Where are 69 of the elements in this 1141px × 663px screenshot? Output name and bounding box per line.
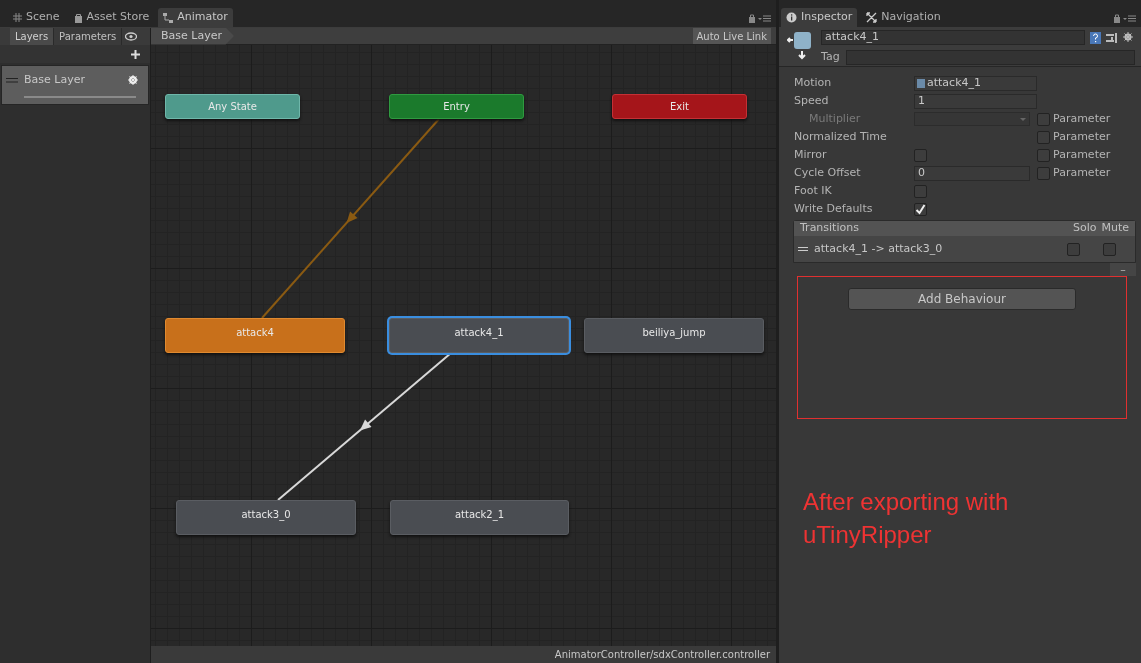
layer-item[interactable]: Base Layer [1, 65, 149, 105]
bag-icon [73, 12, 83, 23]
help-icon[interactable] [1090, 31, 1101, 44]
field-label: Cycle Offset [794, 164, 862, 181]
inspector-tab[interactable]: Inspector [781, 8, 858, 27]
clip-icon [917, 78, 925, 88]
lock-menu-icon[interactable] [1113, 13, 1137, 23]
drag-handle-icon[interactable] [6, 77, 18, 83]
info-icon [786, 12, 797, 23]
mute-checkbox[interactable] [1103, 242, 1116, 256]
side-tab[interactable]: Layers [10, 28, 55, 45]
remove-button[interactable]: – [1110, 263, 1136, 276]
parameter-label: Parameter [1053, 164, 1111, 181]
grid-icon [13, 13, 22, 22]
transition-label: attack4_1 -> attack3_0 [814, 240, 943, 257]
state-node[interactable]: beiliya_jump [584, 318, 764, 353]
add-behaviour-button[interactable]: Add Behaviour [848, 288, 1076, 310]
inspector-tab[interactable]: Navigation [861, 8, 946, 27]
checkbox[interactable] [1037, 166, 1050, 180]
mute-header: Mute [1101, 220, 1129, 237]
checkbox[interactable] [914, 202, 927, 216]
checkbox[interactable] [1037, 148, 1050, 162]
solo-checkbox[interactable] [1067, 242, 1080, 256]
field-label: Multiplier [808, 110, 862, 127]
transition-arrow[interactable] [261, 118, 440, 319]
state-node[interactable]: Entry [389, 94, 524, 119]
state-node[interactable]: attack2_1 [390, 500, 569, 535]
field-label: Write Defaults [794, 200, 874, 217]
parameter-label: Parameter [1053, 128, 1111, 145]
eye-icon[interactable] [125, 32, 138, 41]
state-node[interactable]: Exit [612, 94, 747, 119]
field-label: Foot IK [794, 182, 833, 199]
solo-header: Solo [1072, 220, 1097, 237]
parameter-label: Parameter [1053, 146, 1111, 163]
transition-item[interactable]: attack4_1 -> attack3_0 [794, 236, 1135, 262]
breadcrumb[interactable]: Base Layer [151, 27, 234, 45]
state-icon [787, 30, 813, 60]
parameter-label: Parameter [1053, 110, 1111, 127]
annotation-text: After exporting with uTinyRipper [803, 487, 1010, 550]
editor-tab[interactable]: Animator [158, 8, 233, 27]
speed-field[interactable]: 1 [914, 93, 1037, 109]
field-label: Speed [794, 92, 830, 109]
status-path: AnimatorController/sdxController.controller [554, 648, 770, 662]
name-field[interactable]: attack4_1 [821, 30, 1085, 45]
field-label: Normalized Time [794, 128, 888, 145]
editor-tab[interactable]: Scene [8, 8, 65, 27]
lock-menu-icon[interactable] [748, 13, 772, 23]
add-icon[interactable] [131, 49, 140, 59]
navigation-icon [866, 12, 878, 23]
checkbox[interactable] [914, 184, 927, 198]
settings-icon[interactable] [1123, 31, 1135, 44]
state-node[interactable]: attack3_0 [176, 500, 356, 535]
preset-icon[interactable] [1106, 31, 1118, 44]
auto-live-link-button[interactable]: Auto Live Link [692, 28, 771, 44]
nodes-icon [163, 12, 174, 23]
motion-field[interactable]: attack4_1 [914, 75, 1037, 91]
gear-icon[interactable] [128, 75, 138, 86]
field-label: Motion [794, 74, 833, 91]
checkbox[interactable] [1037, 130, 1050, 144]
offset-field[interactable]: 0 [914, 165, 1030, 181]
tag-label: Tag [821, 49, 840, 65]
graph-canvas[interactable]: Any State Entry Exit attack4 attack4_1 beiliya_jump attack3_0 attack2_1 [151, 45, 776, 646]
field-label: Mirror [794, 146, 828, 163]
state-node[interactable]: attack4_1 [389, 318, 569, 353]
weight-slider[interactable] [24, 95, 136, 98]
editor-tab[interactable]: Asset Store [68, 8, 155, 27]
checkbox[interactable] [914, 148, 927, 162]
transitions-header: Transitions [800, 220, 859, 237]
layer-name: Base Layer [24, 72, 85, 88]
